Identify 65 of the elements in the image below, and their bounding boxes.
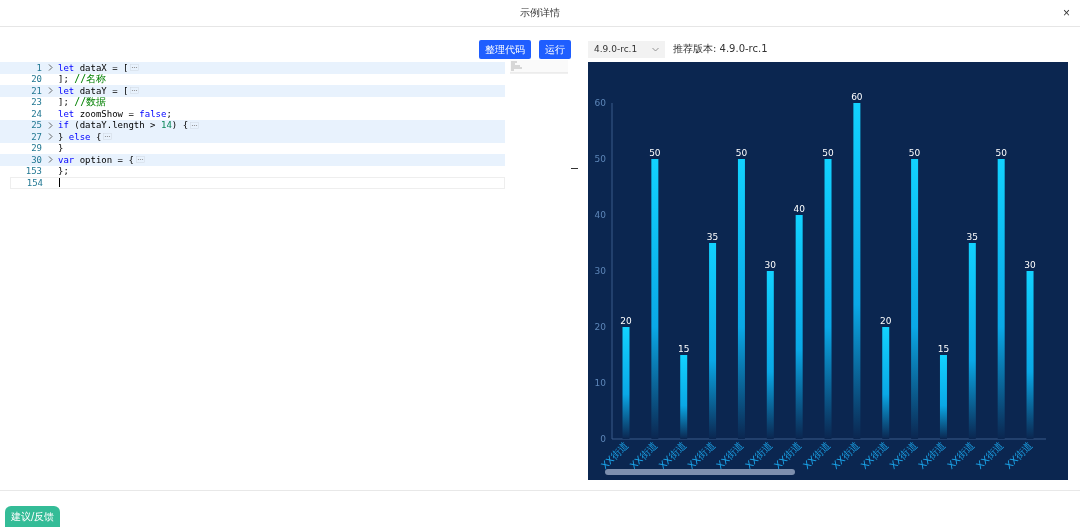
line-number: 30 [30,154,42,165]
y-tick-label: 0 [600,433,606,444]
data-label: 20 [620,316,632,326]
code-text: ]; //名称 [58,72,107,87]
category-label: XX街道 [945,439,977,472]
line-number: 21 [30,85,42,96]
line-number: 20 [30,74,42,85]
line-number: 27 [30,131,42,142]
category-label: XX街道 [974,439,1006,472]
ellipsis-icon[interactable] [190,121,200,129]
dialog-title: 示例详情 [520,6,560,20]
code-text: var option = { [58,154,134,165]
line-number: 25 [30,120,42,131]
data-label: 20 [880,316,892,326]
code-text: } else { [58,131,102,142]
data-label: 35 [966,232,979,242]
ellipsis-icon[interactable] [130,64,140,72]
ellipsis-icon[interactable] [103,133,113,141]
chevron-down-icon [652,46,659,52]
splitter-handle[interactable] [571,168,578,169]
run-button[interactable]: 运行 [539,40,571,59]
code-text: ]; //数据 [58,95,107,110]
line-number: 1 [35,62,42,73]
line-number: 154 [25,177,43,188]
data-label: 40 [793,204,805,214]
code-text: let zoomShow = false; [58,108,172,119]
ellipsis-icon[interactable] [130,87,140,95]
chevron-right-icon[interactable] [47,87,53,95]
data-label: 30 [1024,260,1036,270]
chevron-right-icon[interactable] [47,64,53,72]
minimap-drawing[interactable] [510,60,568,74]
code-text: let dataX = [ [58,62,129,73]
code-text: }; [58,166,69,177]
line-number: 24 [30,108,42,119]
y-tick-label: 20 [594,321,606,332]
line-number: 153 [24,166,42,177]
code-text: if (dataY.length > 14) { [58,120,189,131]
y-tick-label: 10 [594,377,606,388]
code-text: let dataY = [ [58,85,129,96]
data-label: 15 [937,344,950,354]
text-cursor [59,178,60,188]
y-tick-label: 30 [594,265,606,276]
chevron-right-icon[interactable] [47,156,53,164]
data-label: 50 [735,148,748,158]
data-label: 30 [764,260,777,270]
data-label: 60 [851,92,863,102]
data-label: 35 [706,232,719,242]
code-text: } [58,143,64,154]
y-tick-label: 60 [594,97,606,108]
data-label: 50 [995,148,1007,158]
line-number: 29 [30,143,42,154]
line-number: 23 [30,97,42,108]
y-tick-label: 50 [594,153,606,164]
format-code-button[interactable]: 整理代码 [479,40,531,59]
version-select[interactable]: 4.9.0-rc.1 [588,40,665,58]
zoom-slider[interactable] [605,469,795,475]
data-label: 50 [908,148,921,158]
ellipsis-icon[interactable] [135,156,145,164]
close-button[interactable]: × [1063,6,1070,20]
category-label: XX街道 [743,439,775,472]
recommended-version: 推荐版本: 4.9.0-rc.1 [673,42,768,56]
data-label: 50 [822,148,834,158]
y-tick-label: 40 [594,209,606,220]
data-label: 15 [678,344,690,354]
data-label: 50 [649,148,661,158]
